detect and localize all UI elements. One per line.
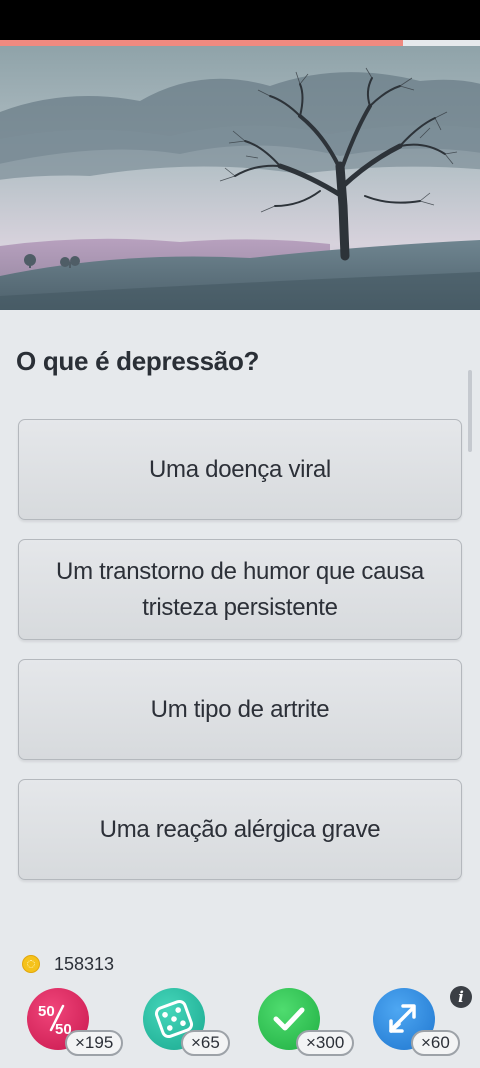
info-icon[interactable]: i bbox=[450, 986, 472, 1008]
question-image bbox=[0, 46, 480, 310]
lifeline-dice-button[interactable]: ×65 bbox=[143, 988, 230, 1056]
answer-option-2[interactable]: Um transtorno de humor que causa tristez… bbox=[18, 539, 462, 640]
coin-count: 158313 bbox=[54, 953, 115, 974]
lifeline-fifty-fifty-count: ×195 bbox=[65, 1030, 124, 1056]
lifeline-correct-answer-button[interactable]: ×300 bbox=[258, 988, 355, 1056]
answer-option-3[interactable]: Um tipo de artrite bbox=[18, 659, 462, 760]
lifeline-swap-button[interactable]: ×60 bbox=[373, 988, 460, 1056]
lifeline-correct-answer-count: ×300 bbox=[296, 1030, 355, 1056]
lifeline-dice-count: ×65 bbox=[181, 1030, 230, 1056]
answer-option-4[interactable]: Uma reação alérgica grave bbox=[18, 779, 462, 880]
coin-balance: 158313 bbox=[22, 952, 114, 976]
scrollbar[interactable] bbox=[468, 370, 472, 452]
fifty-top-label: 50 bbox=[38, 1003, 55, 1020]
answer-option-1[interactable]: Uma doença viral bbox=[18, 419, 462, 520]
coin-icon bbox=[22, 955, 40, 973]
lifeline-swap-count: ×60 bbox=[411, 1030, 460, 1056]
question-text: O que é depressão? bbox=[16, 346, 260, 376]
status-bar bbox=[0, 0, 480, 40]
lifeline-fifty-fifty-button[interactable]: 50 50 ×195 bbox=[27, 988, 124, 1056]
